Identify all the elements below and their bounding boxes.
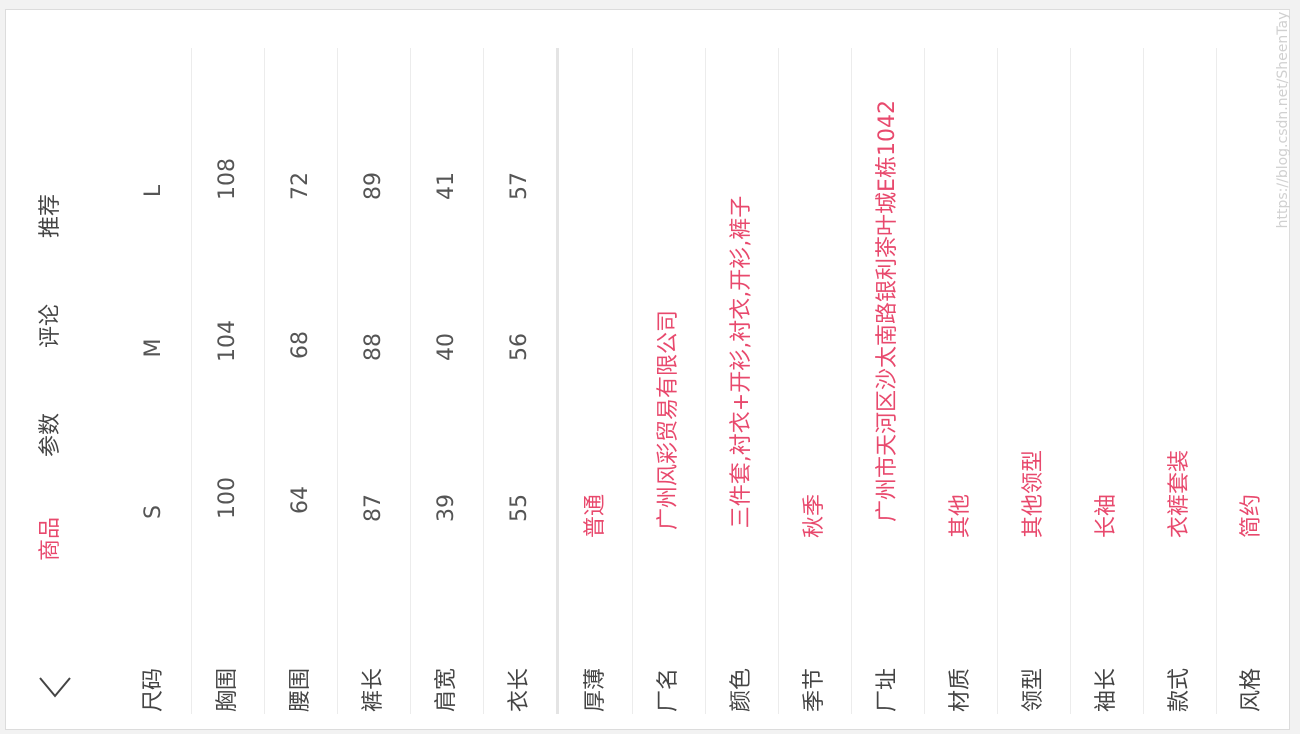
attr-label: 风格 [1239,667,1264,713]
size-cell: M [141,338,166,358]
size-cell: 68 [288,331,313,359]
attr-label: 款式 [1167,667,1192,713]
attr-label: 季节 [802,667,827,713]
size-cell: 108 [215,158,240,200]
column-divider [778,48,779,714]
column-divider [1143,48,1144,714]
size-cell: 88 [361,333,386,361]
attr-value: 广州风彩贸易有限公司 [656,309,681,531]
attr-label: 领型 [1021,667,1046,713]
column-divider [337,48,338,714]
size-cell: 39 [434,494,459,522]
chevron-down-icon [39,677,71,698]
size-row-label: 尺码 [141,667,166,713]
attr-label: 厚薄 [583,667,608,713]
product-detail-panel: 商品 参数 评论 推荐 尺码 S M L 胸围 100 104 108 腰围 6… [5,9,1290,730]
column-divider [851,48,852,714]
size-cell: 87 [361,494,386,522]
attr-value: 长袖 [1094,493,1119,539]
size-row-label: 衣长 [507,667,532,713]
size-cell: 40 [434,333,459,361]
size-cell: L [141,184,166,198]
attr-label: 颜色 [729,667,754,713]
column-divider [1216,48,1217,714]
size-row-label: 胸围 [215,667,240,713]
column-divider [264,48,265,714]
column-divider [1070,48,1071,714]
size-row-label: 腰围 [288,667,313,713]
attr-label: 材质 [948,667,973,713]
size-cell: 104 [215,320,240,362]
attr-value: 普通 [583,493,608,539]
column-divider [483,48,484,714]
size-cell: 64 [288,486,313,514]
size-cell: 55 [507,494,532,522]
size-cell: 100 [215,477,240,519]
size-cell: 57 [507,172,532,200]
column-divider [410,48,411,714]
attr-label: 厂址 [875,667,900,713]
tab-recommend[interactable]: 推荐 [38,194,63,238]
column-divider [705,48,706,714]
attr-label: 袖长 [1094,667,1119,713]
back-button[interactable] [38,670,72,704]
size-cell: 56 [507,333,532,361]
tab-goods[interactable]: 商品 [38,517,63,561]
attr-value: 简约 [1239,493,1264,539]
attr-value: 秋季 [802,493,827,539]
size-cell: 89 [361,172,386,200]
attr-value: 其他 [948,493,973,539]
attr-value: 衣裤套装 [1167,449,1192,539]
size-cell: S [141,505,166,519]
section-divider [556,48,559,714]
column-divider [191,48,192,714]
column-divider [997,48,998,714]
size-row-label: 肩宽 [434,667,459,713]
size-cell: 72 [288,172,313,200]
attr-value: 广州市天河区沙太南路银利茶叶城E栋1042 [875,100,900,522]
watermark: https://blog.csdn.net/SheenTay [1275,11,1291,229]
attr-value: 其他领型 [1021,449,1046,539]
size-row-label: 裤长 [361,667,386,713]
attr-value: 三件套,衬衣+开衫,衬衣,开衫,裤子 [729,195,754,529]
size-cell: 41 [434,172,459,200]
tab-params[interactable]: 参数 [38,413,63,457]
attr-label: 厂名 [656,667,681,713]
column-divider [924,48,925,714]
tab-reviews[interactable]: 评论 [38,304,63,348]
column-divider [632,48,633,714]
